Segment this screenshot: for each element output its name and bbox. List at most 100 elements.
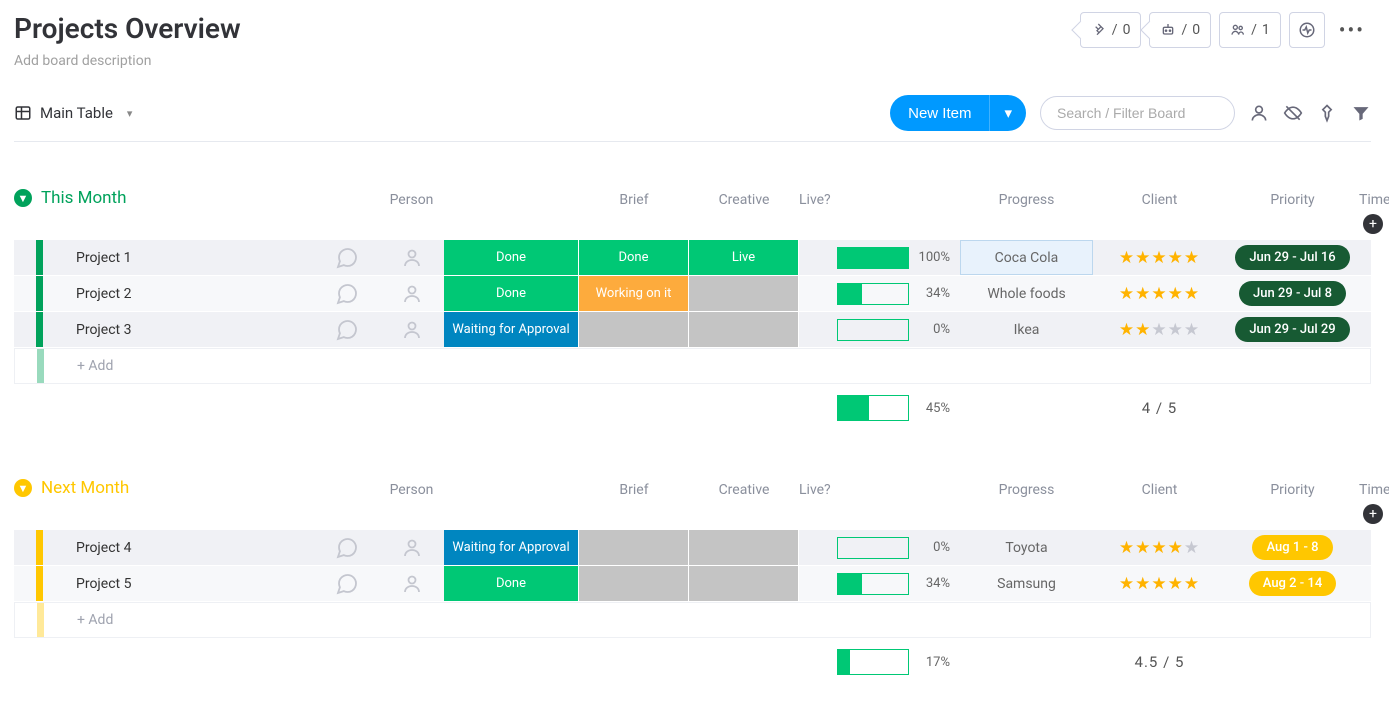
col-priority[interactable]: Priority [1226, 186, 1359, 214]
new-item-main[interactable]: New Item [890, 95, 989, 131]
chat-button[interactable] [314, 282, 379, 306]
board-description[interactable]: Add board description [14, 53, 241, 69]
add-column-button[interactable]: + [1363, 214, 1383, 234]
new-item-dropdown[interactable]: ▾ [989, 95, 1026, 131]
more-menu[interactable]: ••• [1333, 18, 1371, 42]
chat-button[interactable] [314, 572, 379, 596]
col-priority[interactable]: Priority [1226, 476, 1359, 504]
automations-chip[interactable]: / 0 [1149, 12, 1211, 48]
client-cell[interactable]: Ikea [960, 312, 1093, 347]
person-cell[interactable] [379, 536, 444, 560]
status-brief[interactable]: Done [444, 276, 579, 311]
activity-button[interactable] [1289, 12, 1325, 48]
client-cell[interactable]: Whole foods [960, 276, 1093, 311]
view-selector[interactable]: Main Table ▾ [14, 104, 132, 122]
item-name[interactable]: Project 2 [58, 286, 314, 302]
search-input[interactable] [1040, 96, 1235, 130]
timeline-cell[interactable]: Aug 2 - 14 [1226, 571, 1359, 596]
status-live[interactable] [689, 276, 799, 311]
row-color-bar [36, 566, 43, 601]
new-item-button[interactable]: New Item ▾ [890, 95, 1026, 131]
progress-cell[interactable]: 100% [827, 247, 960, 269]
status-creative[interactable] [579, 312, 689, 347]
chat-button[interactable] [314, 246, 379, 270]
col-live[interactable]: Live? [799, 186, 827, 214]
table-row[interactable]: Project 3 Waiting for Approval 0% Ikea ★… [14, 312, 1371, 348]
chat-button[interactable] [314, 536, 379, 560]
col-creative[interactable]: Creative [689, 476, 799, 504]
chat-button[interactable] [314, 318, 379, 342]
status-creative[interactable] [579, 530, 689, 565]
add-row[interactable]: + Add [14, 348, 1371, 384]
row-color-bar [36, 276, 43, 311]
priority-cell[interactable]: ★★★★★ [1093, 538, 1226, 558]
hide-columns[interactable] [1283, 103, 1303, 123]
client-cell[interactable]: Toyota [960, 530, 1093, 565]
members-chip[interactable]: / 1 [1219, 12, 1281, 48]
table-row[interactable]: Project 4 Waiting for Approval 0% Toyota… [14, 530, 1371, 566]
priority-cell[interactable]: ★★★★★ [1093, 284, 1226, 304]
add-column-button[interactable]: + [1363, 504, 1383, 524]
item-name[interactable]: Project 4 [58, 540, 314, 556]
filter-button[interactable] [1351, 103, 1371, 123]
timeline-cell[interactable]: Jun 29 - Jul 8 [1226, 281, 1359, 306]
col-timeline[interactable]: Timeline [1359, 186, 1387, 214]
item-name[interactable]: Project 1 [58, 250, 314, 266]
integrations-chip[interactable]: / 0 [1080, 12, 1142, 48]
priority-cell[interactable]: ★★★★★ [1093, 320, 1226, 340]
col-client[interactable]: Client [1093, 186, 1226, 214]
collapse-toggle[interactable]: ▼ [14, 479, 32, 497]
col-brief[interactable]: Brief [579, 476, 689, 504]
status-brief[interactable]: Done [444, 240, 579, 275]
status-live[interactable] [689, 530, 799, 565]
col-timeline[interactable]: Timeline [1359, 476, 1387, 504]
priority-cell[interactable]: ★★★★★ [1093, 248, 1226, 268]
group-title[interactable]: This Month [41, 188, 126, 208]
client-cell[interactable]: Samsung [960, 566, 1093, 601]
status-live[interactable] [689, 566, 799, 601]
progress-cell[interactable]: 34% [827, 573, 960, 595]
row-color-bar [36, 312, 43, 347]
collapse-toggle[interactable]: ▼ [14, 189, 32, 207]
table-row[interactable]: Project 1 Done Done Live 100% Coca Cola … [14, 240, 1371, 276]
table-row[interactable]: Project 5 Done 34% Samsung ★★★★★ Aug 2 -… [14, 566, 1371, 602]
group-title[interactable]: Next Month [41, 478, 129, 498]
status-live[interactable] [689, 312, 799, 347]
status-creative[interactable]: Done [579, 240, 689, 275]
person-cell[interactable] [379, 246, 444, 270]
progress-cell[interactable]: 0% [827, 319, 960, 341]
col-brief[interactable]: Brief [579, 186, 689, 214]
timeline-cell[interactable]: Aug 1 - 8 [1226, 535, 1359, 560]
status-live[interactable]: Live [689, 240, 799, 275]
person-filter[interactable] [1249, 103, 1269, 123]
person-cell[interactable] [379, 572, 444, 596]
client-cell[interactable]: Coca Cola [960, 240, 1093, 275]
priority-cell[interactable]: ★★★★★ [1093, 574, 1226, 594]
col-creative[interactable]: Creative [689, 186, 799, 214]
person-cell[interactable] [379, 282, 444, 306]
table-row[interactable]: Project 2 Done Working on it 34% Whole f… [14, 276, 1371, 312]
item-name[interactable]: Project 5 [58, 576, 314, 592]
col-client[interactable]: Client [1093, 476, 1226, 504]
col-person[interactable]: Person [379, 476, 444, 504]
status-creative[interactable] [579, 566, 689, 601]
row-color-bar [36, 240, 43, 275]
status-creative[interactable]: Working on it [579, 276, 689, 311]
status-brief[interactable]: Waiting for Approval [444, 312, 579, 347]
person-cell[interactable] [379, 318, 444, 342]
progress-cell[interactable]: 0% [827, 537, 960, 559]
summary-progress: 17% [827, 649, 960, 675]
col-live[interactable]: Live? [799, 476, 827, 504]
item-name[interactable]: Project 3 [58, 322, 314, 338]
col-progress[interactable]: Progress [960, 476, 1093, 504]
col-person[interactable]: Person [379, 186, 444, 214]
progress-cell[interactable]: 34% [827, 283, 960, 305]
timeline-cell[interactable]: Jun 29 - Jul 16 [1226, 245, 1359, 270]
status-brief[interactable]: Done [444, 566, 579, 601]
status-brief[interactable]: Waiting for Approval [444, 530, 579, 565]
timeline-cell[interactable]: Jun 29 - Jul 29 [1226, 317, 1359, 342]
add-row[interactable]: + Add [14, 602, 1371, 638]
pin-button[interactable] [1317, 103, 1337, 123]
summary-priority: 4.5 / 5 [1093, 653, 1226, 671]
col-progress[interactable]: Progress [960, 186, 1093, 214]
